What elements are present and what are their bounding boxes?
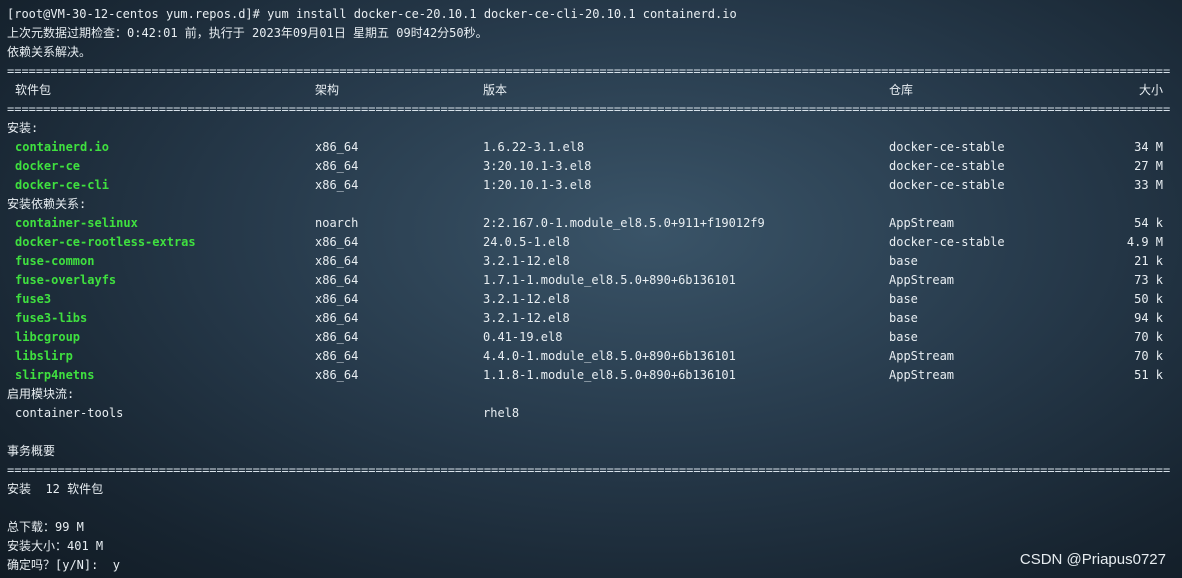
- install-summary: 安装 12 软件包: [7, 482, 104, 496]
- total-download: 总下载：99 M: [7, 520, 84, 534]
- package-name: fuse-common: [15, 254, 95, 268]
- package-name: fuse-overlayfs: [15, 273, 117, 287]
- table-row: libcgroup x86_64 0.41-19.el8 base 70 k: [0, 328, 1182, 347]
- module-name: container-tools: [15, 406, 124, 420]
- csdn-watermark: CSDN @Priapus0727: [1019, 551, 1166, 568]
- package-version: 1:20.10.1-3.el8: [483, 178, 592, 192]
- package-arch: noarch: [315, 216, 359, 230]
- package-arch: x86_64: [315, 159, 359, 173]
- table-row: docker-ce-rootless-extras x86_64 24.0.5-…: [0, 233, 1182, 252]
- header-repo: 仓库: [889, 83, 914, 97]
- package-name: containerd.io: [15, 140, 109, 154]
- package-name: container-selinux: [15, 216, 138, 230]
- table-row: fuse3-libs x86_64 3.2.1-12.el8 base 94 k: [0, 309, 1182, 328]
- terminal-window[interactable]: [root@VM-30-12-centos yum.repos.d]# yum …: [0, 0, 1182, 578]
- package-version: 1.6.22-3.1.el8: [483, 140, 585, 154]
- table-row: containerd.io x86_64 1.6.22-3.1.el8 dock…: [0, 138, 1182, 157]
- module-label: 启用模块流:: [7, 387, 75, 401]
- package-repo: base: [889, 330, 918, 344]
- separator-line: ========================================…: [7, 64, 1170, 78]
- table-row: container-selinux noarch 2:2.167.0-1.mod…: [0, 214, 1182, 233]
- package-size: 70 k: [1134, 330, 1163, 344]
- package-name: docker-ce: [15, 159, 81, 173]
- package-size: 70 k: [1134, 349, 1163, 363]
- package-size: 33 M: [1134, 178, 1163, 192]
- package-repo: base: [889, 254, 918, 268]
- separator-line: ========================================…: [7, 463, 1170, 477]
- confirm-prompt[interactable]: 确定吗？[y/N]: y: [7, 556, 120, 575]
- metadata-check-line: 上次元数据过期检查：0:42:01 前，执行于 2023年09月01日 星期五 …: [7, 26, 488, 40]
- package-arch: x86_64: [315, 178, 359, 192]
- separator-line: ========================================…: [7, 102, 1170, 116]
- table-row: fuse3 x86_64 3.2.1-12.el8 base 50 k: [0, 290, 1182, 309]
- package-version: 24.0.5-1.el8: [483, 235, 570, 249]
- package-repo: docker-ce-stable: [889, 140, 1005, 154]
- table-row: fuse-common x86_64 3.2.1-12.el8 base 21 …: [0, 252, 1182, 271]
- package-repo: docker-ce-stable: [889, 159, 1005, 173]
- header-package: 软件包: [15, 83, 52, 97]
- package-size: 4.9 M: [1126, 235, 1163, 249]
- package-size: 54 k: [1134, 216, 1163, 230]
- package-name: slirp4netns: [15, 368, 95, 382]
- table-row: libslirp x86_64 4.4.0-1.module_el8.5.0+8…: [0, 347, 1182, 366]
- package-name: fuse3: [15, 292, 52, 306]
- package-repo: docker-ce-stable: [889, 235, 1005, 249]
- package-name: fuse3-libs: [15, 311, 88, 325]
- package-size: 51 k: [1134, 368, 1163, 382]
- package-size: 73 k: [1134, 273, 1163, 287]
- package-version: 1.1.8-1.module_el8.5.0+890+6b136101: [483, 368, 736, 382]
- package-name: libcgroup: [15, 330, 81, 344]
- summary-label: 事务概要: [7, 444, 56, 458]
- package-size: 34 M: [1134, 140, 1163, 154]
- package-version: 4.4.0-1.module_el8.5.0+890+6b136101: [483, 349, 736, 363]
- package-arch: x86_64: [315, 254, 359, 268]
- header-arch: 架构: [315, 83, 340, 97]
- package-repo: AppStream: [889, 349, 955, 363]
- table-header: 软件包 架构 版本 仓库 大小: [0, 81, 1182, 100]
- package-version: 1.7.1-1.module_el8.5.0+890+6b136101: [483, 273, 736, 287]
- package-size: 27 M: [1134, 159, 1163, 173]
- package-size: 94 k: [1134, 311, 1163, 325]
- package-repo: base: [889, 292, 918, 306]
- package-repo: docker-ce-stable: [889, 178, 1005, 192]
- package-name: docker-ce-cli: [15, 178, 109, 192]
- package-size: 50 k: [1134, 292, 1163, 306]
- package-repo: base: [889, 311, 918, 325]
- package-repo: AppStream: [889, 368, 955, 382]
- package-version: 3.2.1-12.el8: [483, 292, 570, 306]
- table-row: docker-ce-cli x86_64 1:20.10.1-3.el8 doc…: [0, 176, 1182, 195]
- package-arch: x86_64: [315, 235, 359, 249]
- package-version: 3:20.10.1-3.el8: [483, 159, 592, 173]
- package-version: 3.2.1-12.el8: [483, 254, 570, 268]
- package-arch: x86_64: [315, 311, 359, 325]
- deps-resolved-line: 依赖关系解决。: [7, 45, 92, 59]
- table-row: fuse-overlayfs x86_64 1.7.1-1.module_el8…: [0, 271, 1182, 290]
- package-arch: x86_64: [315, 140, 359, 154]
- package-arch: x86_64: [315, 330, 359, 344]
- header-version: 版本: [483, 83, 508, 97]
- header-size: 大小: [1138, 83, 1163, 97]
- package-arch: x86_64: [315, 292, 359, 306]
- package-version: 3.2.1-12.el8: [483, 311, 570, 325]
- deps-label: 安装依赖关系:: [7, 197, 87, 211]
- package-repo: AppStream: [889, 273, 955, 287]
- package-version: 0.41-19.el8: [483, 330, 563, 344]
- module-row: container-tools rhel8: [0, 404, 1182, 423]
- package-name: docker-ce-rootless-extras: [15, 235, 196, 249]
- table-row: docker-ce x86_64 3:20.10.1-3.el8 docker-…: [0, 157, 1182, 176]
- module-stream: rhel8: [483, 406, 520, 420]
- package-size: 21 k: [1134, 254, 1163, 268]
- table-row: slirp4netns x86_64 1.1.8-1.module_el8.5.…: [0, 366, 1182, 385]
- package-version: 2:2.167.0-1.module_el8.5.0+911+f19012f9: [483, 216, 765, 230]
- installed-size: 安装大小：401 M: [7, 539, 104, 553]
- package-arch: x86_64: [315, 349, 359, 363]
- command-line: [root@VM-30-12-centos yum.repos.d]# yum …: [7, 7, 737, 21]
- package-arch: x86_64: [315, 368, 359, 382]
- package-arch: x86_64: [315, 273, 359, 287]
- installing-label: 安装:: [7, 121, 39, 135]
- package-name: libslirp: [15, 349, 73, 363]
- package-repo: AppStream: [889, 216, 955, 230]
